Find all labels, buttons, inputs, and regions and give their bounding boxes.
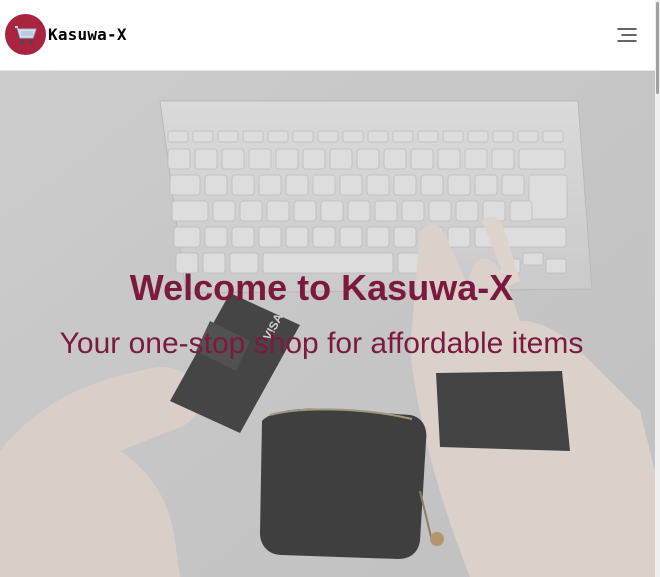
navbar: Kasuwa-X [0, 0, 655, 71]
page-scrollbar-thumb[interactable] [656, 2, 659, 94]
shopping-cart-glyph [14, 25, 37, 44]
hero-background-image: VISA [0, 71, 655, 577]
page-scrollbar[interactable] [655, 0, 660, 577]
brand-link[interactable]: Kasuwa-X [5, 14, 127, 55]
hero-section: VISA Welcome to Kasuwa-X Your one-stop s… [0, 71, 655, 577]
brand-name: Kasuwa-X [48, 25, 127, 44]
hamburger-menu-icon [617, 28, 637, 42]
shopping-cart-icon [5, 14, 46, 55]
menu-toggle-button[interactable] [612, 22, 642, 48]
hero-title: Welcome to Kasuwa-X [129, 267, 514, 308]
hero-overlay [0, 71, 655, 577]
page: Kasuwa-X VISA Welcome to Kasuwa-X Your o… [0, 0, 660, 577]
hero-subtitle: Your one-stop shop for affordable items [59, 327, 584, 360]
